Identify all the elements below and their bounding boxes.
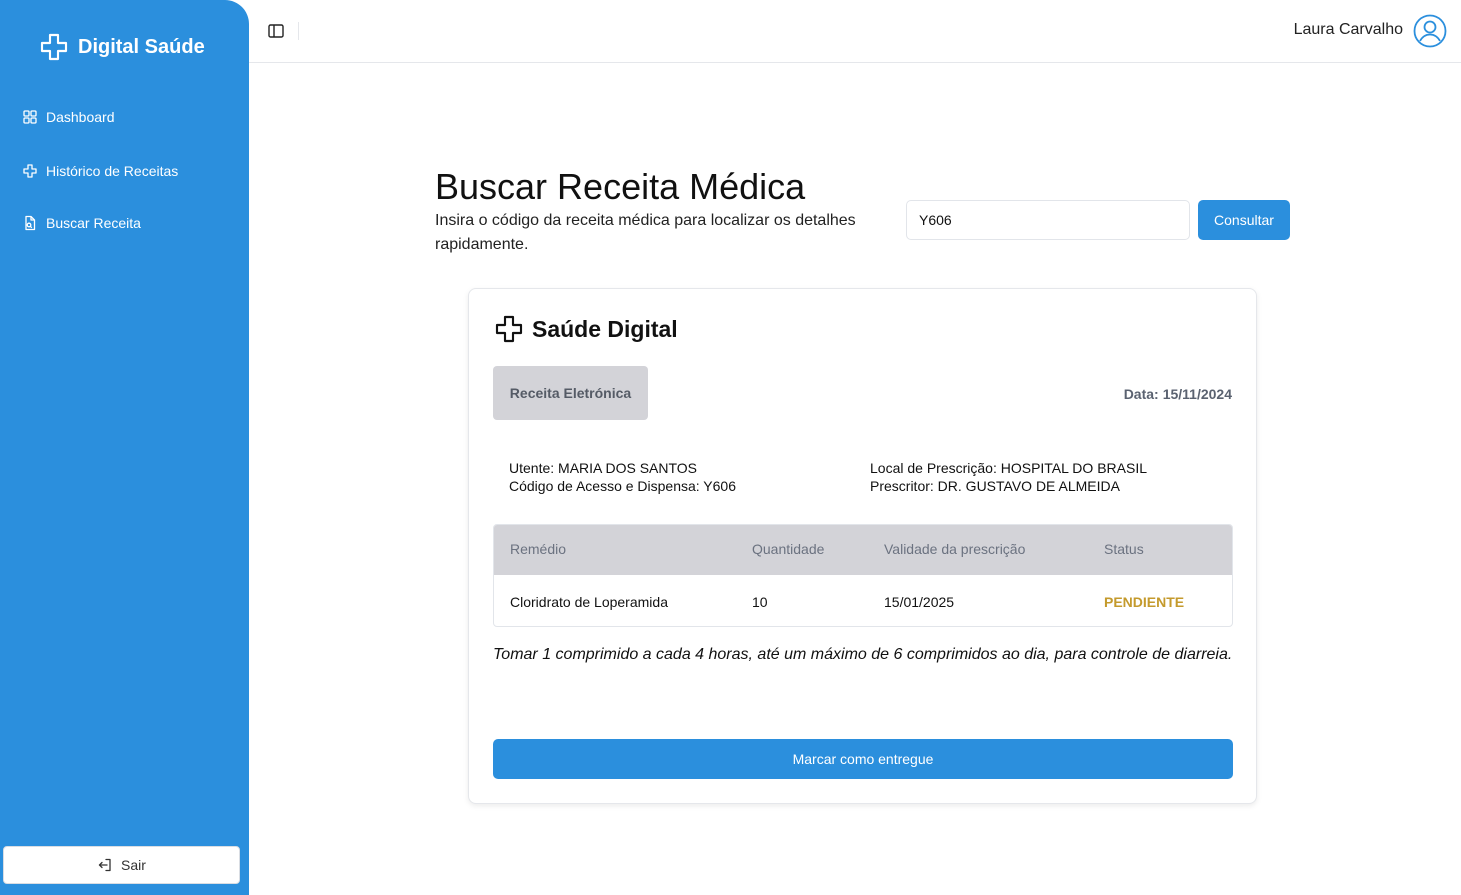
access-code: Código de Acesso e Dispensa: Y606: [509, 478, 737, 494]
sidebar-item-label: Buscar Receita: [46, 215, 141, 231]
patient-info: Utente: MARIA DOS SANTOS Código de Acess…: [509, 459, 736, 495]
column-header-quantidade: Quantidade: [752, 541, 825, 557]
table-header: Remédio Quantidade Validade da prescriçã…: [494, 525, 1232, 575]
sidebar: Digital Saúde Dashboard Histórico de Rec…: [0, 0, 249, 895]
brand-name: Digital Saúde: [78, 35, 205, 58]
plus-cross-icon: [23, 164, 37, 178]
prescriber-name: Prescritor: DR. GUSTAVO DE ALMEIDA: [870, 478, 1120, 494]
medication-validity: 15/01/2025: [884, 594, 955, 610]
plus-cross-icon: [495, 315, 523, 343]
grid-icon: [23, 110, 37, 124]
sidebar-item-label: Dashboard: [46, 109, 115, 125]
prescription-location: Local de Prescrição: HOSPITAL DO BRASIL: [870, 460, 1147, 476]
prescription-code-input[interactable]: [906, 200, 1190, 240]
logout-label: Sair: [121, 857, 146, 873]
mark-delivered-button[interactable]: Marcar como entregue: [493, 739, 1233, 779]
date-label: Data:: [1123, 386, 1159, 402]
column-header-status: Status: [1104, 541, 1144, 557]
column-header-remedio: Remédio: [510, 541, 567, 557]
sidebar-item-historico[interactable]: Histórico de Receitas: [22, 163, 178, 179]
user-avatar-icon[interactable]: [1413, 14, 1447, 48]
page-title: Buscar Receita Médica: [435, 166, 806, 207]
topbar-divider: [298, 22, 299, 40]
card-brand-name: Saúde Digital: [532, 315, 678, 342]
patient-name: Utente: MARIA DOS SANTOS: [509, 460, 698, 476]
topbar: Laura Carvalho: [249, 0, 1461, 63]
prescription-type-badge: Receita Eletrónica: [493, 366, 648, 420]
table-row: Cloridrato de Loperamida 10 15/01/2025 P…: [494, 575, 1232, 626]
sidebar-brand[interactable]: Digital Saúde: [38, 31, 205, 63]
logout-button[interactable]: Sair: [3, 846, 240, 884]
sidebar-item-dashboard[interactable]: Dashboard: [22, 109, 115, 125]
sidebar-item-label: Histórico de Receitas: [46, 163, 179, 179]
medication-table: Remédio Quantidade Validade da prescriçã…: [493, 524, 1233, 627]
status-badge: PENDIENTE: [1104, 594, 1185, 610]
medication-quantity: 10: [752, 594, 768, 610]
user-name: Laura Carvalho: [1293, 21, 1403, 38]
prescriber-info: Local de Prescrição: HOSPITAL DO BRASIL …: [870, 459, 1147, 495]
card-brand: Saúde Digital: [493, 313, 678, 345]
prescription-card: Saúde Digital Receita Eletrónica Data: 15…: [468, 288, 1257, 804]
sidebar-toggle-icon[interactable]: [267, 22, 285, 40]
medication-name: Cloridrato de Loperamida: [510, 594, 668, 610]
logout-icon: [98, 858, 111, 872]
dosage-instructions: Tomar 1 comprimido a cada 4 horas, até u…: [493, 646, 1233, 663]
sidebar-item-buscar[interactable]: Buscar Receita: [22, 215, 141, 231]
consult-button[interactable]: Consultar: [1198, 200, 1290, 240]
date-value: 15/11/2024: [1162, 386, 1232, 402]
file-search-icon: [25, 215, 36, 231]
column-header-validade: Validade da prescrição: [884, 541, 1026, 557]
prescription-date: Data: 15/11/2024: [1124, 386, 1232, 402]
page-description: Insira o código da receita médica para l…: [435, 212, 856, 253]
plus-cross-icon: [40, 33, 68, 61]
